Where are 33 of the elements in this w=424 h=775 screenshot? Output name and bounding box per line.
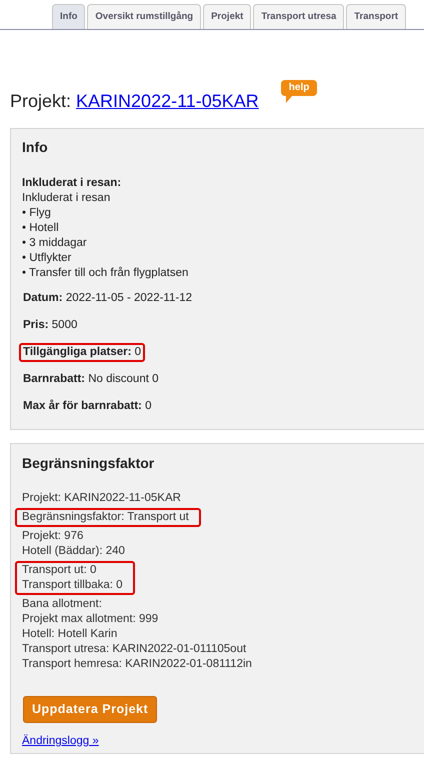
page-title: Projekt: (10, 90, 72, 113)
changelog-link[interactable]: Ändringslogg » (22, 734, 99, 747)
info-field: Tillgängliga platser: 0 (19, 343, 146, 362)
included-item: • Utflykter (22, 251, 72, 266)
included-item: Inkluderat i resan (22, 191, 112, 206)
tab[interactable]: Projekt (203, 4, 252, 29)
detail-line: Bana allotment: (22, 597, 103, 612)
detail-line: Hotell: Hotell Karin (22, 627, 118, 642)
detail-line: Projekt: KARIN2022-11-05KAR (22, 491, 181, 506)
detail-line: Transport hemresa: KARIN2022-01-081112in (22, 657, 252, 672)
info-field: Max år för barnrabatt: 0 (19, 397, 156, 416)
field-label: Inkluderat i resan: (22, 176, 122, 191)
info-field: Datum: 2022-11-05 - 2022-11-12 (19, 289, 196, 308)
detail-line: Transport ut: 0 (22, 563, 98, 578)
tab[interactable]: Info (52, 4, 86, 29)
detail-line: Projekt: 976 (22, 529, 84, 544)
info-field: Pris: 5000 (19, 316, 82, 335)
tab[interactable]: Transport (346, 4, 406, 29)
section-heading: Info (22, 138, 49, 157)
included-item: • Transfer till och från flygplatsen (22, 266, 190, 281)
detail-line: Begränsningsfaktor: Transport ut (22, 510, 189, 525)
info-field: Barnrabatt: No discount 0 (19, 370, 163, 389)
section-heading: Begränsningsfaktor (22, 454, 156, 473)
detail-line: Projekt max allotment: 999 (22, 612, 160, 627)
included-item: • Hotell (22, 221, 60, 236)
project-link[interactable]: KARIN2022-11-05KAR (76, 88, 259, 115)
included-item: • Flyg (22, 206, 52, 221)
tab[interactable]: Oversikt rumstillgång (87, 4, 202, 29)
detail-line: Transport utresa: KARIN2022-01-011105out (22, 642, 248, 657)
tab[interactable]: Transport utresa (253, 4, 344, 29)
detail-line: Transport tillbaka: 0 (22, 578, 123, 593)
detail-line: Hotell (Bäddar): 240 (22, 544, 125, 559)
included-item: • 3 middagar (22, 236, 88, 251)
